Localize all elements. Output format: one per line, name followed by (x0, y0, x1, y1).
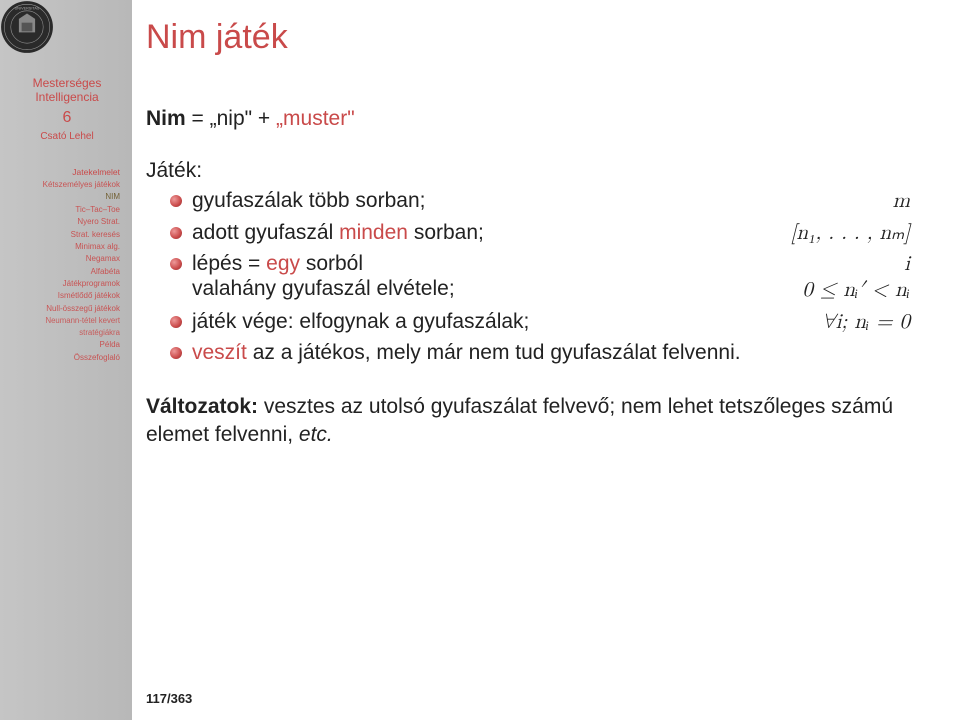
nav-item[interactable]: Ismétlődő játékok (8, 290, 120, 302)
list-item: játék vége: elfogynak a gyufaszálak;∀i; … (170, 309, 910, 335)
bullet-icon (170, 347, 182, 359)
nav-item[interactable]: stratégiákra (8, 327, 120, 339)
nav-item[interactable]: Negamax (8, 253, 120, 265)
nav-item[interactable]: Minimax alg. (8, 241, 120, 253)
nim-word: Nim (146, 107, 186, 130)
course-title-line2: Intelligencia (8, 90, 126, 104)
variations-etc: etc. (299, 423, 333, 446)
nav-item[interactable]: Összefoglaló (8, 352, 120, 364)
nav-item[interactable]: Kétszemélyes játékok (8, 179, 120, 191)
nav-item[interactable]: Példa (8, 339, 120, 351)
author-name: Csató Lehel (8, 131, 126, 142)
nav-item[interactable]: Neumann-tétel kevert (8, 315, 120, 327)
list-item: veszít az a játékos, mely már nem tud gy… (170, 341, 910, 365)
variations-text: vesztes az utolsó gyufaszálat felvevő; n… (146, 395, 893, 446)
nav-item[interactable]: Jatekelmelet (8, 166, 120, 179)
list-item-text: gyufaszálak több sorban; (192, 189, 873, 213)
course-title-line1: Mesterséges (8, 76, 126, 90)
bullet-icon (170, 258, 182, 270)
list-item: adott gyufaszál minden sorban;[n₁, . . .… (170, 220, 910, 246)
sidebar: UNIVERSITAS Mesterséges Intelligencia 6 … (0, 0, 132, 720)
bullet-icon (170, 195, 182, 207)
variations-label: Változatok: (146, 395, 258, 418)
math-expr: [n₁, . . . , nₘ] (771, 220, 910, 246)
game-rules-list: gyufaszálak több sorban;m adott gyufaszál… (170, 189, 910, 365)
game-label: Játék: (146, 159, 910, 183)
page-number: 117/363 (146, 691, 192, 706)
nim-definition: Nim = „nip" + „muster" (146, 107, 910, 131)
list-item-text: veszít az a játékos, mely már nem tud gy… (192, 341, 910, 365)
chapter-number: 6 (8, 109, 126, 127)
variations-paragraph: Változatok: vesztes az utolsó gyufaszála… (146, 393, 910, 450)
nav-item[interactable]: Null-összegű játékok (8, 303, 120, 315)
bullet-icon (170, 316, 182, 328)
list-item-text: adott gyufaszál minden sorban; (192, 221, 771, 245)
nav-item[interactable]: Nyero Strat. (8, 216, 120, 228)
nav-item[interactable]: Alfabéta (8, 266, 120, 278)
math-expr: i (884, 252, 910, 277)
sidebar-nav: JatekelmeletKétszemélyes játékokNIMTic–T… (8, 166, 126, 364)
main-content: Nim játék Nim = „nip" + „muster" Játék: … (132, 0, 960, 720)
math-expr: ∀i; nᵢ = 0 (802, 309, 910, 335)
svg-text:UNIVERSITAS: UNIVERSITAS (15, 7, 40, 11)
nim-def-red: „muster" (276, 107, 355, 130)
nav-item[interactable]: NIM (8, 191, 120, 203)
sidebar-header: Mesterséges Intelligencia 6 Csató Lehel (8, 76, 126, 142)
math-expr: 0 ≤ nᵢ′ < nᵢ (782, 277, 910, 303)
nim-def-mid: = „nip" + (186, 107, 276, 130)
bullet-icon (170, 227, 182, 239)
nav-item[interactable]: Játékprogramok (8, 278, 120, 290)
slide-title: Nim játék (132, 0, 960, 57)
math-expr: m (873, 189, 911, 214)
list-item-text: játék vége: elfogynak a gyufaszálak; (192, 310, 802, 334)
university-seal-logo: UNIVERSITAS (0, 0, 54, 54)
nav-item[interactable]: Strat. keresés (8, 229, 120, 241)
list-item: gyufaszálak több sorban;m (170, 189, 910, 214)
nav-item[interactable]: Tic–Tac–Toe (8, 204, 120, 216)
list-item: lépés = egy sorbólivalahány gyufaszál el… (170, 252, 910, 303)
